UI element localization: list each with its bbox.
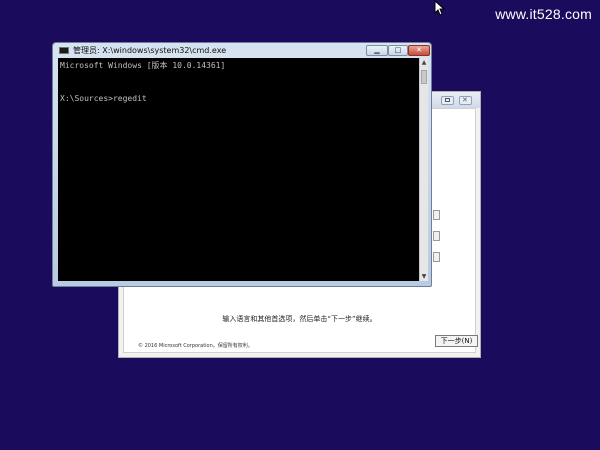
watermark: www.it528.com <box>495 6 592 22</box>
cmd-window: 管理员: X:\windows\system32\cmd.exe ▁ □ ✕ M… <box>52 42 432 287</box>
copyright-text: © 2016 Microsoft Corporation。保留所有权利。 <box>138 343 253 349</box>
mouse-cursor-icon <box>434 0 446 16</box>
cmd-close-button[interactable]: ✕ <box>408 45 430 56</box>
cmd-maximize-button[interactable]: □ <box>388 45 408 56</box>
setup-close-button[interactable]: ✕ <box>459 96 472 105</box>
next-button[interactable]: 下一步(N) <box>435 335 478 347</box>
console-line: X:\Sources>regedit <box>60 94 147 103</box>
keyboard-dropdown-button[interactable] <box>433 252 440 262</box>
scroll-down-icon[interactable]: ▼ <box>420 272 428 281</box>
minimize-icon: ▁ <box>374 46 380 54</box>
time-format-dropdown-button[interactable] <box>433 231 440 241</box>
language-dropdown-button[interactable] <box>433 210 440 220</box>
close-icon: ✕ <box>416 46 422 54</box>
maximize-icon: □ <box>394 46 402 54</box>
console-scrollbar[interactable]: ▲ ▼ <box>419 58 428 281</box>
setup-maximize-button[interactable] <box>441 96 454 105</box>
cmd-icon <box>59 47 69 54</box>
cmd-window-title: 管理员: X:\windows\system32\cmd.exe <box>73 46 227 55</box>
setup-hint-text: 输入语言和其他首选项，然后单击“下一步”继续。 <box>222 315 377 323</box>
scroll-up-icon[interactable]: ▲ <box>420 58 428 67</box>
cmd-titlebar[interactable]: 管理员: X:\windows\system32\cmd.exe ▁ □ ✕ <box>53 43 431 58</box>
cmd-minimize-button[interactable]: ▁ <box>366 45 388 56</box>
maximize-icon <box>445 98 450 102</box>
scrollbar-thumb[interactable] <box>421 70 427 84</box>
close-icon: ✕ <box>462 96 468 104</box>
console-output[interactable]: Microsoft Windows [版本 10.0.14361] X:\Sour… <box>58 58 419 281</box>
console-line: Microsoft Windows [版本 10.0.14361] <box>60 61 226 70</box>
